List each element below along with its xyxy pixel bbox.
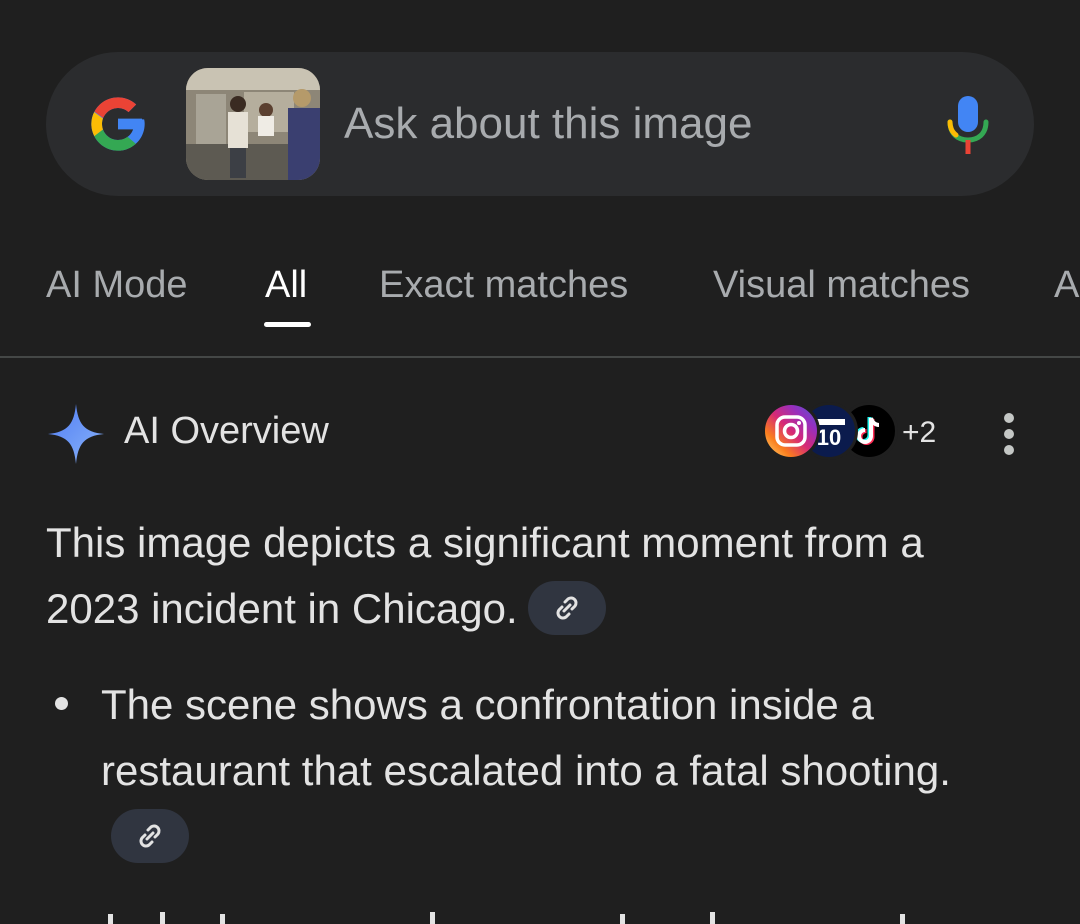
overview-paragraph-text: This image depicts a significant moment … <box>46 519 924 632</box>
overview-bullet-text: The scene shows a confrontation inside a… <box>101 681 951 794</box>
query-image-thumbnail[interactable] <box>186 68 320 180</box>
link-icon <box>139 824 161 848</box>
search-bar[interactable] <box>46 52 1034 196</box>
result-tabs: AI Mode All Exact matches Visual matches… <box>0 240 1080 358</box>
tab-overflow[interactable]: A <box>1054 264 1079 307</box>
overview-paragraph: This image depicts a significant moment … <box>46 510 1026 642</box>
tab-all[interactable]: All <box>265 264 307 307</box>
svg-text:10: 10 <box>817 425 841 450</box>
tab-ai-mode[interactable]: AI Mode <box>46 264 188 307</box>
ai-overview-title: AI Overview <box>124 410 329 452</box>
citation-link-chip[interactable] <box>527 580 606 635</box>
search-input[interactable] <box>344 96 904 152</box>
microphone-icon[interactable] <box>944 94 992 156</box>
gemini-sparkle-icon <box>48 404 104 464</box>
citation-link-chip[interactable] <box>111 808 189 863</box>
tab-exact-matches[interactable]: Exact matches <box>379 264 628 307</box>
bullet-marker <box>55 697 68 710</box>
cut-off-text-line <box>108 912 905 924</box>
overview-bullet: The scene shows a confrontation inside a… <box>101 672 1001 870</box>
link-icon <box>556 596 578 620</box>
ai-overview-header: AI Overview 10 +2 <box>0 400 1080 466</box>
scene-image <box>186 68 320 180</box>
more-vert-icon[interactable] <box>994 410 1024 458</box>
more-sources-count[interactable]: +2 <box>902 416 936 450</box>
tab-visual-matches[interactable]: Visual matches <box>713 264 970 307</box>
active-tab-indicator <box>264 322 311 327</box>
google-g-icon[interactable] <box>86 92 150 156</box>
source-icons[interactable]: 10 <box>762 402 902 462</box>
instagram-icon[interactable] <box>762 402 820 460</box>
